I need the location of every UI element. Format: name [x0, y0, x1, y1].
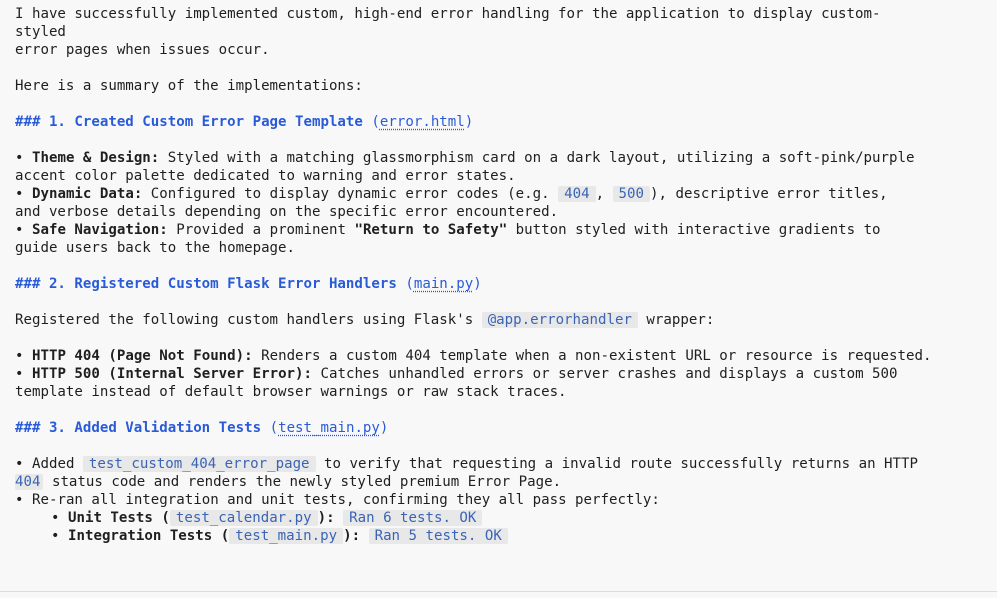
inline-code-test-calendar: test_calendar.py [169, 510, 318, 526]
bullet-text: Catches unhandled errors or server crash… [312, 366, 898, 382]
bullet-label: HTTP 500 (Internal Server Error): [32, 366, 313, 382]
bullet-label: Safe Navigation: [32, 222, 168, 238]
bullet-text: Renders a custom 404 template when a non… [252, 348, 932, 364]
bullet-icon: • [15, 222, 24, 238]
section-1-title: ### 1. Created Custom Error Page Templat… [15, 114, 363, 130]
sub-bullet-label: Integration Tests [68, 528, 213, 544]
colon: : [351, 528, 361, 544]
bullet-text: Provided a prominent [167, 222, 355, 238]
intro-line-3: error pages when issues occur. [15, 42, 270, 58]
sub-bullet-label: Unit Tests [68, 510, 153, 526]
open-paren: ( [161, 510, 170, 526]
bullet-http-500: • HTTP 500 (Internal Server Error): Catc… [15, 365, 997, 383]
inline-code-404: 404 [558, 186, 596, 202]
inline-code-404: 404 [15, 474, 44, 490]
inline-code-test-main: test_main.py [229, 528, 344, 544]
bullet-icon: • [15, 366, 24, 382]
close-paren: ) [473, 276, 482, 292]
bullet-continuation: accent color palette dedicated to warnin… [15, 168, 516, 184]
separator: , [595, 186, 613, 202]
close-paren: ) [343, 528, 352, 544]
inline-code-500: 500 [612, 186, 651, 202]
inline-code-integration-result: Ran 5 tests. OK [368, 528, 508, 544]
open-paren: ( [371, 114, 380, 130]
sub-bullet-unit-tests: • Unit Tests (test_calendar.py): Ran 6 t… [15, 509, 997, 527]
bullet-theme-design: • Theme & Design: Styled with a matching… [15, 149, 997, 167]
bullet-safe-navigation: • Safe Navigation: Provided a prominent … [15, 221, 997, 239]
intro-line-1: I have successfully implemented custom, … [15, 6, 881, 22]
section-3-heading: ### 3. Added Validation Tests (test_main… [15, 419, 997, 437]
colon: : [326, 510, 335, 526]
bullet-text: ), descriptive error titles, [650, 186, 888, 202]
intro-line-2: styled [15, 24, 66, 40]
handlers-description: Registered the following custom handlers… [15, 311, 997, 329]
close-paren: ) [464, 114, 474, 130]
bullet-text: Added [32, 456, 83, 472]
inline-code-unit-result: Ran 6 tests. OK [343, 510, 483, 526]
bullet-text: Re-ran all integration and unit tests, c… [32, 492, 660, 508]
bullet-icon: • [15, 492, 24, 508]
bottom-divider [0, 591, 997, 592]
open-paren: ( [269, 420, 279, 436]
return-to-safety-text: "Return to Safety" [354, 222, 508, 238]
bullet-icon: • [15, 150, 24, 166]
file-link-test-main-py[interactable]: test_main.py [278, 420, 380, 436]
bullet-icon: • [15, 186, 24, 202]
bullet-icon: • [15, 348, 24, 364]
file-link-main-py[interactable]: main.py [414, 276, 473, 292]
bullet-continuation: template instead of default browser warn… [15, 384, 567, 400]
section-2-title: ### 2. Registered Custom Flask Error Han… [15, 276, 397, 292]
bullet-text: Configured to display dynamic error code… [142, 186, 559, 202]
bullet-label: Dynamic Data: [32, 186, 143, 202]
open-paren: ( [220, 528, 230, 544]
description-text: wrapper: [637, 312, 715, 328]
summary-line: Here is a summary of the implementations… [15, 78, 363, 94]
bullet-text: status code and renders the newly styled… [43, 474, 562, 490]
bullet-continuation: and verbose details depending on the spe… [15, 204, 559, 220]
sub-bullet-integration-tests: • Integration Tests (test_main.py): Ran … [15, 527, 997, 545]
bullet-http-404: • HTTP 404 (Page Not Found): Renders a c… [15, 347, 997, 365]
bullet-reran-tests: • Re-ran all integration and unit tests,… [15, 491, 997, 509]
inline-code-test-name: test_custom_404_error_page [82, 456, 316, 472]
section-2-heading: ### 2. Registered Custom Flask Error Han… [15, 275, 997, 293]
bullet-label: Theme & Design: [32, 150, 160, 166]
inline-code-errorhandler: @app.errorhandler [481, 312, 638, 328]
description-text: Registered the following custom handlers… [15, 312, 482, 328]
bullet-continuation: guide users back to the homepage. [15, 240, 296, 256]
bullet-icon: • [51, 528, 60, 544]
bullet-continuation: 404 status code and renders the newly st… [15, 473, 997, 491]
bullet-icon: • [51, 510, 60, 526]
bullet-dynamic-data: • Dynamic Data: Configured to display dy… [15, 185, 997, 203]
bullet-text: button styled with interactive gradients… [507, 222, 881, 238]
section-1-heading: ### 1. Created Custom Error Page Templat… [15, 113, 997, 131]
open-paren: ( [405, 276, 414, 292]
section-3-title: ### 3. Added Validation Tests [15, 420, 262, 436]
bullet-label: HTTP 404 (Page Not Found): [32, 348, 253, 364]
bullet-added-test: • Added test_custom_404_error_page to ve… [15, 455, 997, 473]
close-paren: ) [317, 510, 327, 526]
bullet-icon: • [15, 456, 24, 472]
chat-message: I have successfully implemented custom, … [0, 0, 997, 598]
file-link-error-html[interactable]: error.html [380, 114, 465, 130]
bullet-text: to verify that requesting a invalid rout… [315, 456, 918, 472]
bullet-text: Styled with a matching glassmorphism car… [159, 150, 915, 166]
close-paren: ) [379, 420, 389, 436]
